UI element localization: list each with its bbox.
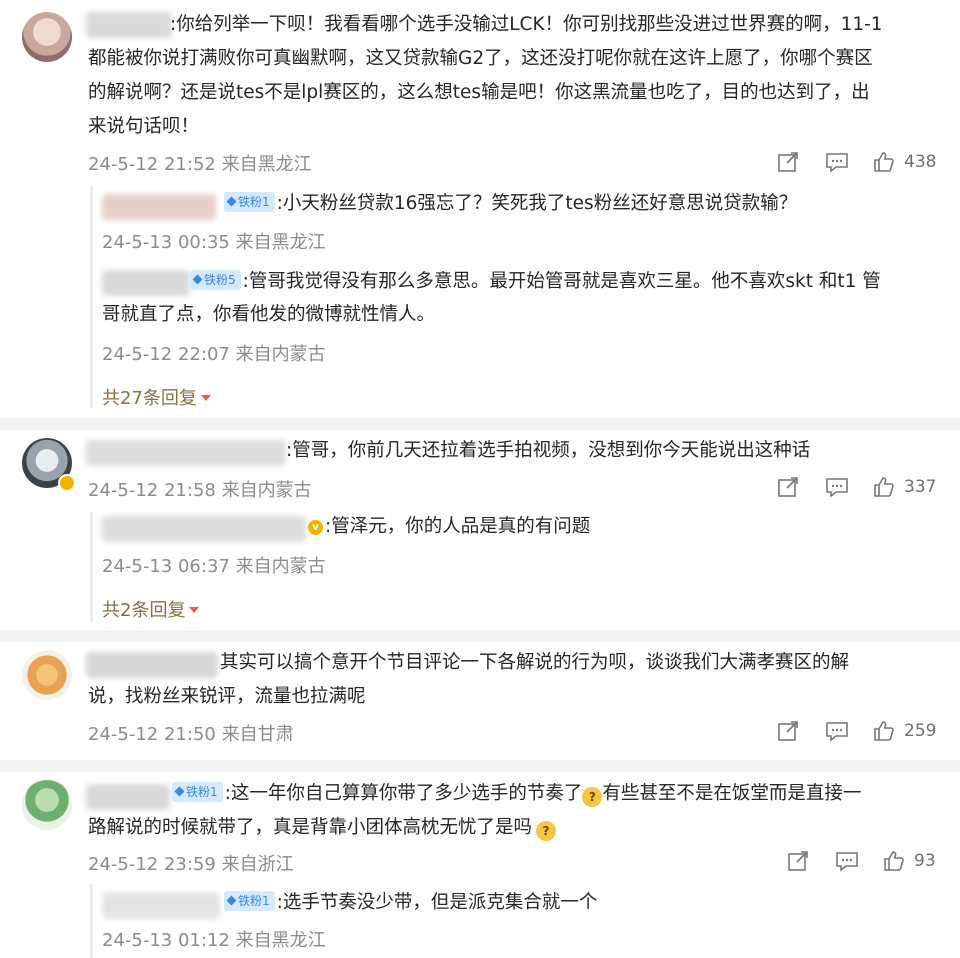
share-icon[interactable] <box>776 475 800 499</box>
comment-actions: 438 <box>776 150 946 176</box>
reply-timestamp: 24-5-13 06:37 来自内蒙古 <box>102 556 326 577</box>
more-replies-link[interactable]: 共2条回复 <box>102 596 200 622</box>
reply-text: 铁粉5:管哥我觉得没有那么多意思。最开始管哥就是喜欢三星。他不喜欢skt 和t1… <box>190 267 881 297</box>
comment-text-line: 都能被你说打满败你可真幽默啊，这又贷款输G2了，这还没打呢你就在这许上愿了，你哪… <box>88 48 873 69</box>
like-count: 259 <box>904 721 937 741</box>
more-replies-link[interactable]: 共27条回复 <box>102 384 211 410</box>
reply-text-line: 哥就直了点，你看他发的微博就性情人。 <box>102 304 436 325</box>
avatar[interactable] <box>22 650 72 700</box>
reply-thread-bar <box>90 512 93 622</box>
verified-icon: v <box>308 520 323 535</box>
avatar[interactable] <box>22 780 72 830</box>
username-blurred[interactable] <box>102 516 306 542</box>
share-icon[interactable] <box>786 849 810 873</box>
reply-text: 铁粉1:小天粉丝贷款16强忘了？笑死我了tes粉丝还好意思说贷款输？ <box>224 189 797 219</box>
reply-timestamp: 24-5-12 22:07 来自内蒙古 <box>102 344 326 365</box>
username-blurred[interactable] <box>86 784 170 810</box>
reply-timestamp: 24-5-13 01:12 来自黑龙江 <box>102 930 326 951</box>
username-blurred[interactable] <box>102 893 220 919</box>
comment-text-line: :你给列举一下呗！我看看哪个选手没输过LCK！你可别找那些没进过世界赛的啊，11… <box>170 14 883 35</box>
comment-text-line: 铁粉1:这一年你自己算算你带了多少选手的节奏了? 有些甚至不是在饭堂而是直接一 <box>172 779 861 809</box>
chevron-down-icon <box>189 607 200 613</box>
comment-timestamp: 24-5-12 23:59 来自浙江 <box>88 854 294 875</box>
comment-text-line: 的解说啊？还是说tes不是lpl赛区的，这么想tes输是吧！你这黑流量也吃了，目… <box>88 82 870 103</box>
comment-text-line: 路解说的时候就带了，真是背靠小团体高枕无忧了是吗? <box>88 813 557 843</box>
fan-badge: 铁粉5 <box>190 270 241 290</box>
fan-badge: 铁粉1 <box>224 192 275 212</box>
thumbs-up-icon[interactable] <box>872 719 896 743</box>
like-count: 337 <box>904 477 937 497</box>
reply-thread-bar <box>90 186 93 408</box>
comment-icon[interactable] <box>834 849 860 873</box>
share-icon[interactable] <box>776 150 800 174</box>
reply-text: 铁粉1:选手节奏没少带，但是派克集合就一个 <box>224 888 597 918</box>
comment-icon[interactable] <box>824 150 850 174</box>
comment-actions: 93 <box>786 849 946 875</box>
comment-text-line: 其实可以搞个意开个节目评论一下各解说的行为呗，谈谈我们大满孝赛区的解 <box>220 652 850 673</box>
comment-timestamp: 24-5-12 21:50 来自甘肃 <box>88 724 294 745</box>
thumbs-up-icon[interactable] <box>872 475 896 499</box>
comment-text-line: :管哥，你前几天还拉着选手拍视频，没想到你今天能说出这种话 <box>286 440 811 461</box>
like-count: 93 <box>914 851 936 871</box>
comment-text-line: 说，找粉丝来锐评，流量也拉满呢 <box>88 686 366 707</box>
divider <box>0 630 960 642</box>
thinking-emoji-icon: ? <box>582 787 603 807</box>
comment-actions: 259 <box>776 719 946 745</box>
thumbs-up-icon[interactable] <box>872 150 896 174</box>
comment-timestamp: 24-5-12 21:52 来自黑龙江 <box>88 154 312 175</box>
reply-timestamp: 24-5-13 00:35 来自黑龙江 <box>102 232 326 253</box>
username-blurred[interactable] <box>102 270 190 296</box>
comment-icon[interactable] <box>824 719 850 743</box>
username-blurred[interactable] <box>86 12 172 38</box>
comment-timestamp: 24-5-12 21:58 来自内蒙古 <box>88 480 312 501</box>
reply-text: v:管泽元，你的人品是真的有问题 <box>308 512 590 542</box>
fan-badge: 铁粉1 <box>224 891 275 911</box>
username-blurred[interactable] <box>102 194 216 220</box>
divider <box>0 760 960 772</box>
verified-icon <box>58 474 76 492</box>
fan-badge: 铁粉1 <box>172 782 223 802</box>
comment-actions: 337 <box>776 475 946 501</box>
thinking-emoji-icon: ? <box>536 821 557 841</box>
like-count: 438 <box>904 152 937 172</box>
share-icon[interactable] <box>776 719 800 743</box>
thumbs-up-icon[interactable] <box>882 849 906 873</box>
comment-icon[interactable] <box>824 475 850 499</box>
reply-thread-bar <box>90 884 93 958</box>
divider <box>0 418 960 430</box>
comment-text-line: 来说句话呗！ <box>88 116 200 137</box>
chevron-down-icon <box>200 395 211 401</box>
username-blurred[interactable] <box>86 652 218 678</box>
username-blurred[interactable] <box>86 440 286 466</box>
avatar[interactable] <box>22 12 72 62</box>
